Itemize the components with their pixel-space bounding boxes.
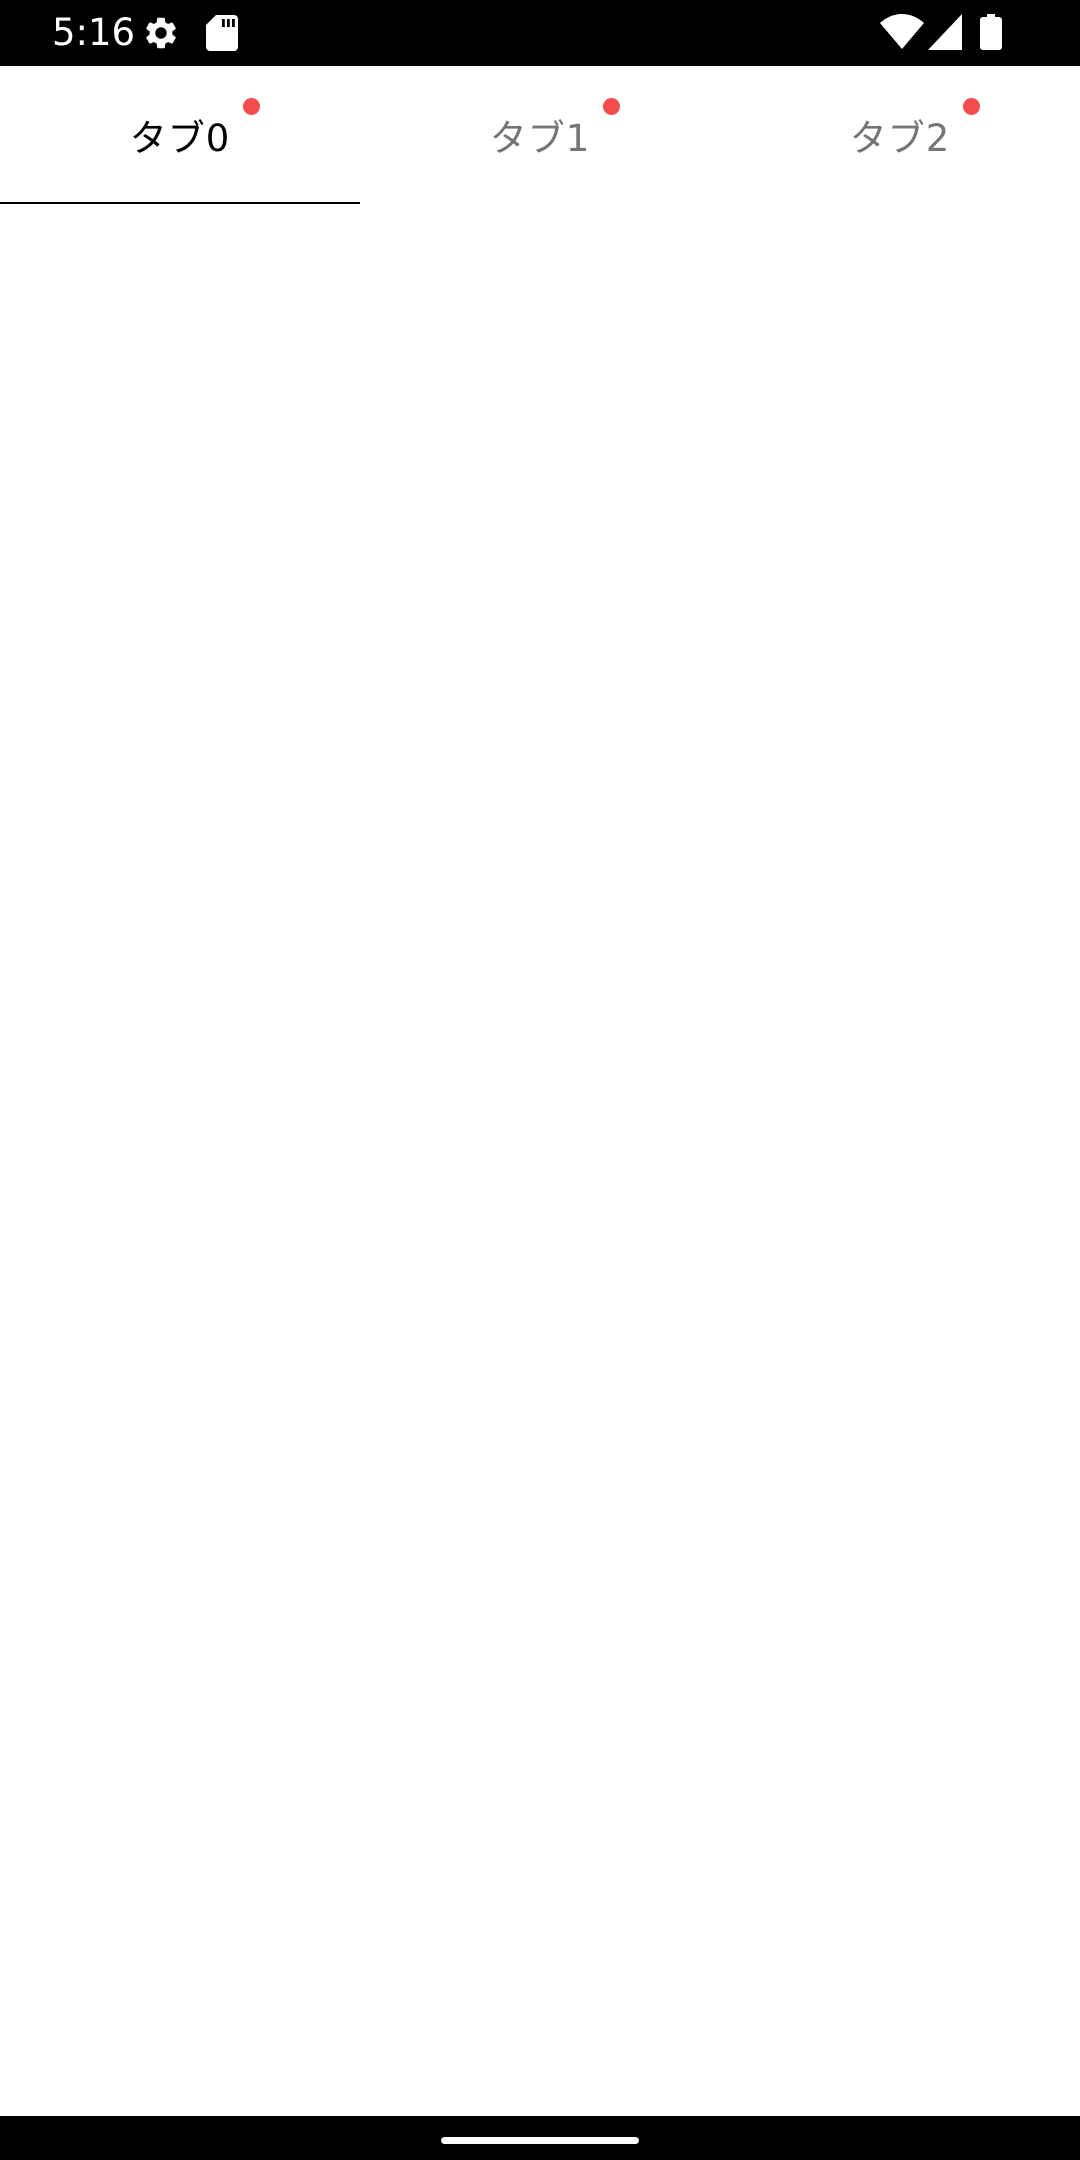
wifi-icon — [880, 14, 924, 49]
tab-1-badge — [603, 98, 621, 115]
tab-0[interactable]: タブ0 — [0, 66, 360, 208]
tab-1-label: タブ1 — [489, 117, 591, 160]
tab-2[interactable]: タブ2 — [720, 66, 1080, 204]
tab-1[interactable]: タブ1 — [360, 66, 720, 204]
tab-2-label: タブ2 — [849, 117, 951, 160]
gear-icon — [146, 17, 176, 49]
tab-2-badge — [963, 98, 981, 115]
battery-icon — [980, 14, 1002, 50]
tab-content-area — [0, 204, 1080, 2116]
home-gesture-handle[interactable] — [441, 2137, 639, 2144]
tab-0-label: タブ0 — [129, 117, 231, 160]
tab-bar: タブ0 タブ1 タブ2 — [0, 66, 1080, 208]
status-time: 5:16 — [52, 11, 136, 54]
status-bar: 5:16 — [0, 0, 1080, 66]
cell-signal-icon — [928, 14, 962, 50]
tab-0-badge — [243, 98, 261, 115]
sd-card-icon — [206, 15, 238, 51]
